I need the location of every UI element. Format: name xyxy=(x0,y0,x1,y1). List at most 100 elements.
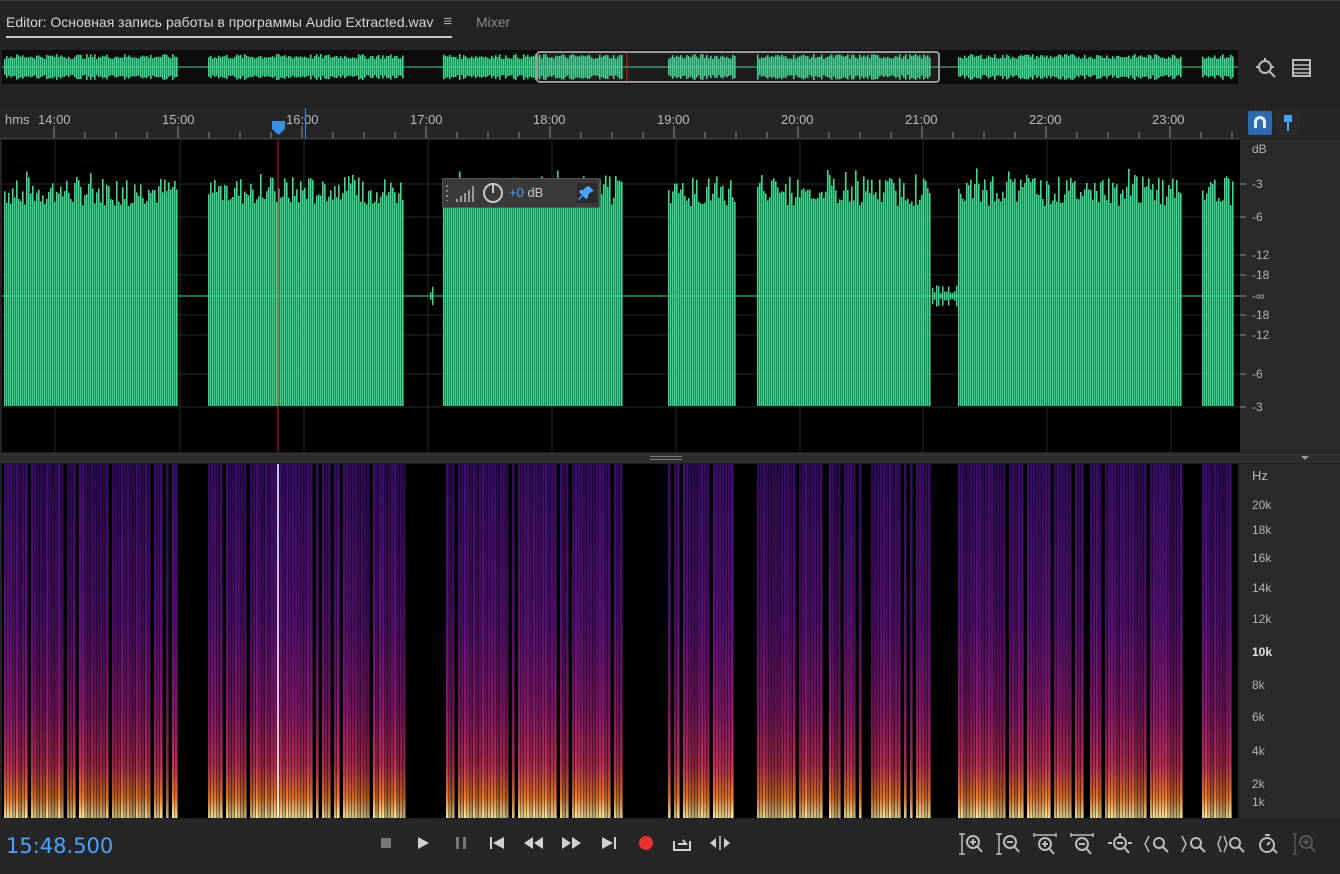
stop-button[interactable] xyxy=(375,832,397,854)
tab-editor-label: Editor: Основная запись работы в програм… xyxy=(6,14,434,30)
pin-icon[interactable] xyxy=(1276,111,1300,135)
grip-icon[interactable] xyxy=(445,183,451,203)
collapse-icon[interactable] xyxy=(1300,455,1310,461)
stop-icon xyxy=(381,838,391,848)
ruler-tick: 23:00 xyxy=(1152,112,1185,127)
level-meter-icon xyxy=(456,186,474,202)
zoom-out-time-icon xyxy=(1070,833,1094,855)
play-icon xyxy=(418,837,429,849)
db-label: -6 xyxy=(1252,210,1263,224)
db-label: -∞ xyxy=(1252,289,1265,303)
db-label: -18 xyxy=(1252,268,1270,282)
hz-label: 20k xyxy=(1252,498,1272,512)
db-label: -12 xyxy=(1252,248,1270,262)
spectral-image xyxy=(4,464,1232,818)
zoom-in-amplitude-icon xyxy=(959,833,983,855)
ruler-tick: 19:00 xyxy=(657,112,690,127)
waveform-panel[interactable] xyxy=(2,140,1240,452)
waveform-display xyxy=(2,140,1240,452)
skip-selection-icon xyxy=(710,836,730,850)
gain-knob-icon[interactable] xyxy=(481,181,505,205)
zoom-reset-button[interactable] xyxy=(1255,832,1283,856)
fast-forward-icon xyxy=(562,837,581,849)
zoom-out-time-button[interactable] xyxy=(1069,832,1097,856)
ruler-ticks xyxy=(53,126,1233,138)
record-button[interactable] xyxy=(635,832,657,854)
zoom-in-amplitude-button[interactable] xyxy=(958,832,986,856)
ruler-tick: 22:00 xyxy=(1029,112,1062,127)
pin-hud-icon[interactable] xyxy=(577,183,597,203)
zoom-reset-icon xyxy=(1259,834,1278,854)
ruler-tick: 20:00 xyxy=(781,112,814,127)
playhead-marker-icon[interactable] xyxy=(271,120,287,136)
db-label: -3 xyxy=(1252,400,1263,414)
ruler-tick: 15:00 xyxy=(162,112,195,127)
zoom-out-full-button[interactable] xyxy=(1106,832,1134,856)
ruler-tick: 18:00 xyxy=(533,112,566,127)
hz-scale: Hz 20k 18k 16k 14k 12k 10k 8k 6k 4k 2k 1… xyxy=(1240,464,1340,818)
db-label: -6 xyxy=(1252,367,1263,381)
skip-start-icon xyxy=(490,837,504,849)
zoom-selection-button[interactable] xyxy=(1216,832,1245,856)
ruler-unit: hms xyxy=(5,112,30,127)
rewind-button[interactable] xyxy=(523,832,545,854)
pause-icon xyxy=(456,837,466,849)
db-label: -3 xyxy=(1252,177,1263,191)
hz-label: 10k xyxy=(1252,645,1273,659)
overview-waveform xyxy=(2,51,1238,83)
hz-label: 6k xyxy=(1252,710,1265,724)
ruler-tick: 21:00 xyxy=(905,112,938,127)
zoom-to-selection-left-button[interactable] xyxy=(1143,832,1171,856)
time-ruler[interactable]: hms 14:00 15:00 16:00 17:00 18:00 19:00 … xyxy=(0,108,1240,139)
db-scale: dB -3 -6 -12 -18 -∞ -18 -12 -6 -3 xyxy=(1240,140,1340,452)
hz-label: 1k xyxy=(1252,795,1265,809)
panel-divider[interactable] xyxy=(0,453,1340,463)
volume-hud[interactable]: +0 dB xyxy=(442,178,600,208)
zoom-in-disabled-icon xyxy=(1293,833,1316,855)
snap-icon[interactable] xyxy=(1248,111,1272,135)
overview-visible-range[interactable] xyxy=(536,51,940,83)
db-unit: dB xyxy=(1252,142,1267,156)
zoom-in-time-button[interactable] xyxy=(1032,832,1060,856)
gain-value[interactable]: +0 dB xyxy=(509,185,543,200)
zoom-to-selection-right-button[interactable] xyxy=(1180,832,1208,856)
hz-label: 16k xyxy=(1252,551,1272,565)
hz-label: 4k xyxy=(1252,744,1265,758)
ruler-tick: 16:00 xyxy=(286,112,319,127)
hamburger-icon[interactable]: ≡ xyxy=(443,14,452,30)
go-to-start-button[interactable] xyxy=(486,832,508,854)
tab-editor[interactable]: Editor: Основная запись работы в програм… xyxy=(6,14,453,38)
zoom-selection-right-icon xyxy=(1181,835,1206,853)
ruler-tick: 14:00 xyxy=(38,112,71,127)
zoom-out-amplitude-button[interactable] xyxy=(995,832,1023,856)
zoom-in-disabled-button[interactable] xyxy=(1292,832,1320,856)
go-to-end-button[interactable] xyxy=(598,832,620,854)
overview-navigator[interactable] xyxy=(2,50,1238,84)
skip-end-icon xyxy=(602,837,616,849)
list-view-icon[interactable] xyxy=(1290,56,1314,80)
zoom-in-time-icon xyxy=(1033,833,1057,855)
record-icon xyxy=(639,836,653,850)
zoom-navigator-icon[interactable] xyxy=(1254,56,1278,80)
db-label: -18 xyxy=(1252,308,1270,322)
loop-icon xyxy=(673,839,691,851)
rewind-icon xyxy=(524,837,543,849)
hz-unit: Hz xyxy=(1252,468,1268,483)
hz-label: 2k xyxy=(1252,777,1265,791)
hz-label: 12k xyxy=(1252,612,1272,626)
hz-label: 18k xyxy=(1252,523,1272,537)
skip-selection-button[interactable] xyxy=(708,832,730,854)
zoom-out-amplitude-icon xyxy=(996,833,1020,855)
time-display[interactable]: 15:48.500 xyxy=(6,834,113,858)
zoom-selection-icon xyxy=(1217,835,1245,853)
fast-forward-button[interactable] xyxy=(560,832,582,854)
spectral-display[interactable] xyxy=(2,464,1238,818)
cursor-line xyxy=(305,108,306,138)
transport-bar xyxy=(0,820,1340,874)
pause-button[interactable] xyxy=(450,832,472,854)
db-label: -12 xyxy=(1252,328,1270,342)
play-button[interactable] xyxy=(412,832,434,854)
tab-mixer[interactable]: Mixer xyxy=(476,14,510,30)
ruler-tick: 17:00 xyxy=(410,112,443,127)
loop-button[interactable] xyxy=(671,832,693,854)
